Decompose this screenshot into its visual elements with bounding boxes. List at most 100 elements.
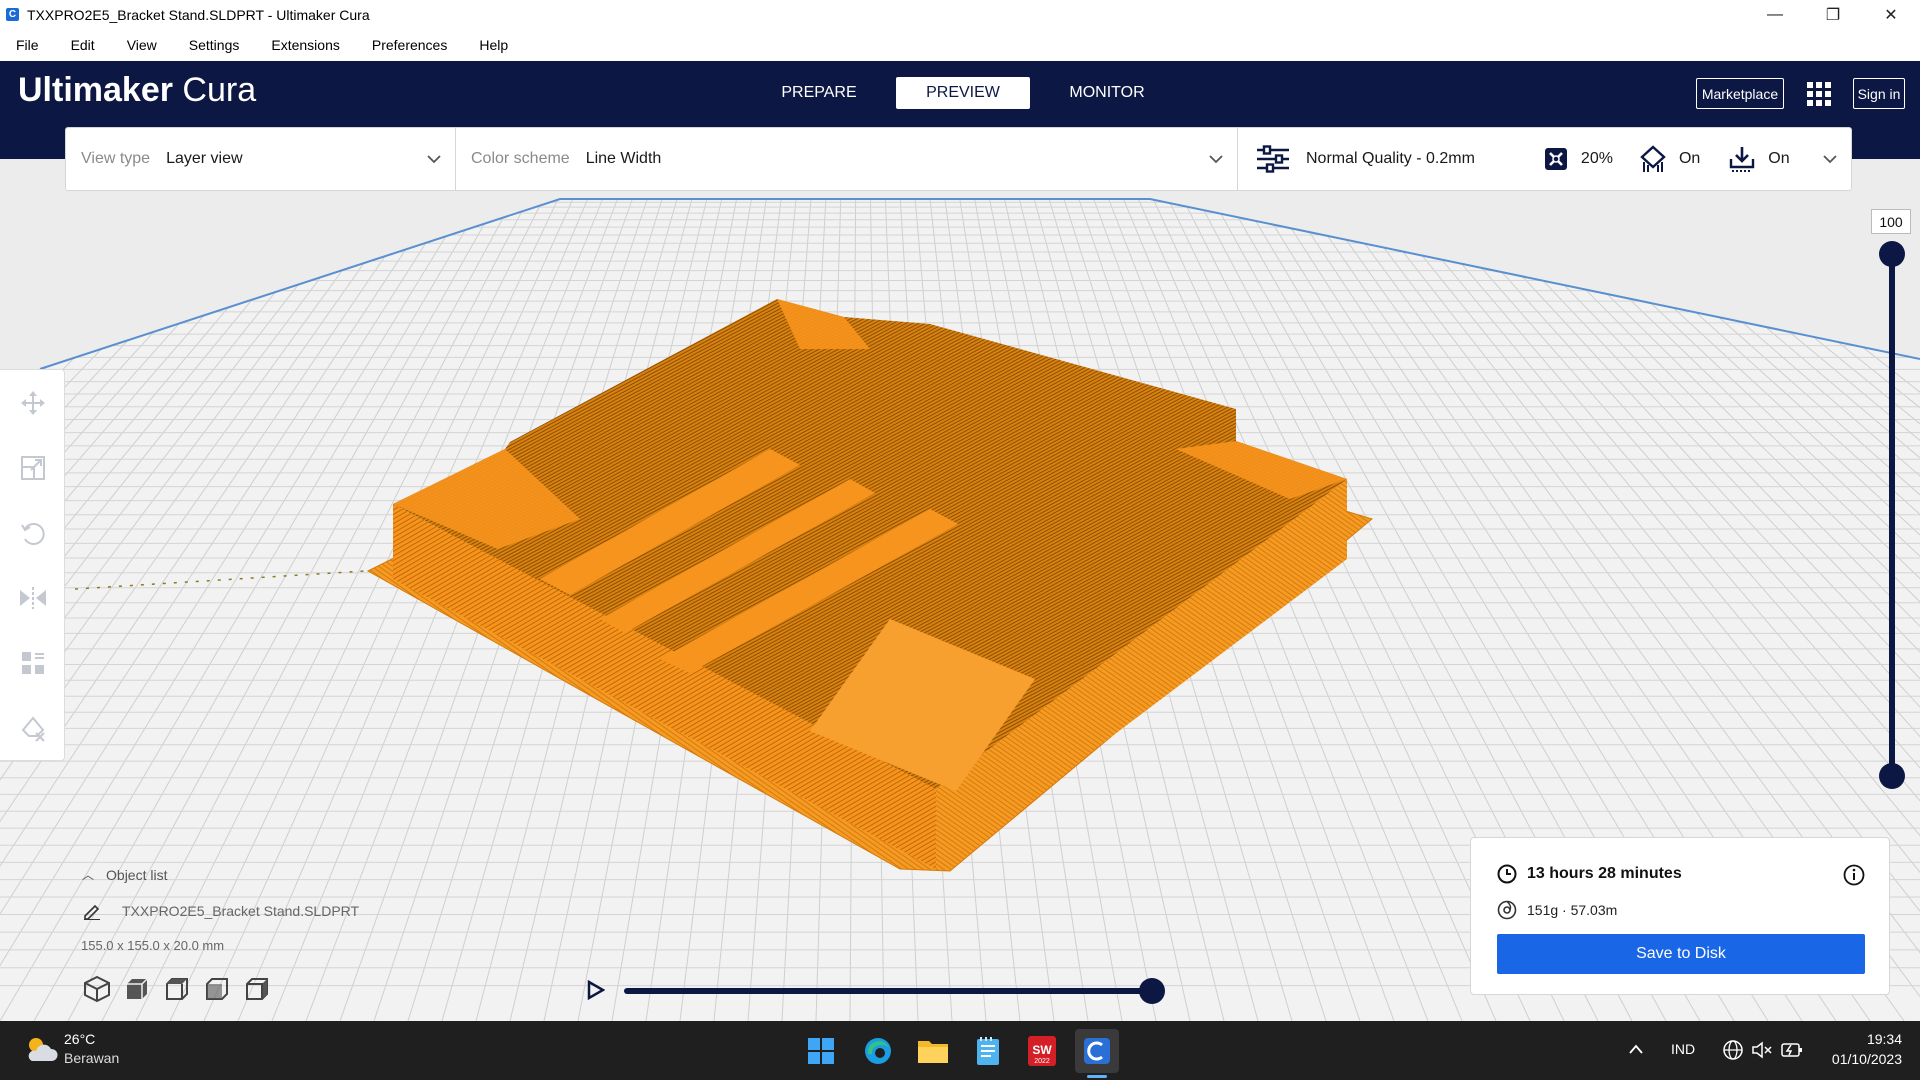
windows-logo-icon: [808, 1038, 834, 1064]
input-language[interactable]: IND: [1671, 1041, 1695, 1057]
support-value: On: [1678, 150, 1701, 167]
menu-file[interactable]: File: [16, 37, 39, 53]
per-model-settings-tool[interactable]: [0, 630, 65, 695]
menu-help[interactable]: Help: [479, 37, 508, 53]
rotate-icon: [20, 522, 45, 545]
title-bar: C TXXPRO2E5_Bracket Stand.SLDPRT - Ultim…: [0, 0, 1920, 29]
print-settings-selector[interactable]: Normal Quality - 0.2mm 20% On On: [1238, 128, 1851, 190]
windows-taskbar: 26°C Berawan SW 2022 IND 19:34 01/10/202…: [0, 1021, 1920, 1080]
sign-in-button[interactable]: Sign in: [1853, 78, 1905, 109]
menu-edit[interactable]: Edit: [71, 37, 95, 53]
path-slider-track[interactable]: [624, 988, 1150, 994]
chevron-down-icon: [427, 154, 441, 163]
chevron-up-icon: ︿: [82, 868, 95, 882]
solidworks-icon: SW 2022: [1028, 1036, 1056, 1066]
quality-profile: Normal Quality - 0.2mm: [1306, 150, 1475, 167]
move-icon: [20, 390, 45, 415]
apps-grid-icon[interactable]: [1806, 81, 1832, 107]
infill-value: 20%: [1580, 150, 1613, 167]
menu-settings[interactable]: Settings: [189, 37, 240, 53]
window-title: TXXPRO2E5_Bracket Stand.SLDPRT - Ultimak…: [27, 6, 370, 23]
layer-slider-track[interactable]: [1889, 253, 1895, 776]
color-scheme-dropdown[interactable]: Color scheme Line Width: [456, 128, 1238, 190]
tab-monitor[interactable]: MONITOR: [1040, 77, 1174, 109]
stage-tabs: PREPARE PREVIEW MONITOR: [752, 77, 1184, 109]
menu-preferences[interactable]: Preferences: [372, 37, 447, 53]
color-scheme-value: Line Width: [585, 150, 662, 167]
clock-date[interactable]: 01/10/2023: [1832, 1051, 1902, 1067]
folder-icon: [918, 1041, 948, 1063]
mirror-tool[interactable]: [0, 565, 65, 630]
view-left-icon[interactable]: [202, 974, 232, 1004]
maximize-button[interactable]: ❐: [1804, 0, 1862, 29]
support-blocker-tool[interactable]: [0, 695, 65, 760]
view-front-icon[interactable]: [122, 974, 152, 1004]
cura-taskbar-button[interactable]: [1075, 1029, 1119, 1073]
view-type-dropdown[interactable]: View type Layer view: [66, 128, 456, 190]
adhesion-value: On: [1768, 150, 1790, 167]
clock-time[interactable]: 19:34: [1867, 1031, 1902, 1047]
marketplace-button[interactable]: Marketplace: [1696, 78, 1784, 109]
infill-icon: [1544, 148, 1567, 170]
mirror-icon: [19, 586, 46, 609]
path-slider-handle[interactable]: [1139, 978, 1165, 1004]
solidworks-logo-text: SW: [1032, 1043, 1052, 1057]
play-icon[interactable]: [587, 980, 605, 1000]
weather-condition[interactable]: Berawan: [64, 1050, 119, 1066]
print-time-row: 13 hours 28 minutes: [1497, 864, 1682, 884]
minimize-button[interactable]: —: [1746, 0, 1804, 29]
layer-slider-top-handle[interactable]: [1879, 241, 1905, 267]
3d-viewport[interactable]: 100 ︿ Object list TXXPRO2E5_Bracket Stan…: [0, 159, 1920, 1021]
info-icon[interactable]: [1843, 864, 1865, 886]
notepad-button[interactable]: [966, 1029, 1010, 1073]
network-globe-icon[interactable]: [1722, 1039, 1744, 1061]
clock-icon: [1497, 864, 1517, 884]
chevron-down-icon: [1209, 154, 1223, 163]
rotate-tool[interactable]: [0, 500, 65, 565]
brand-name-light: Cura: [182, 71, 257, 109]
support-icon: [1640, 145, 1666, 172]
per-model-settings-icon: [21, 651, 44, 674]
menu-extensions[interactable]: Extensions: [271, 37, 339, 53]
close-button[interactable]: ✕: [1862, 0, 1920, 29]
speaker-muted-icon[interactable]: [1751, 1039, 1773, 1061]
tool-panel: [0, 369, 65, 761]
move-tool[interactable]: [0, 370, 65, 435]
view-top-icon[interactable]: [162, 974, 192, 1004]
view-right-icon[interactable]: [242, 974, 272, 1004]
object-list-title: Object list: [106, 866, 168, 883]
material-usage-row: 151g · 57.03m: [1497, 900, 1617, 920]
start-button[interactable]: [799, 1029, 843, 1073]
notepad-icon: [977, 1037, 999, 1065]
solidworks-button[interactable]: SW 2022: [1020, 1029, 1064, 1073]
menu-bar: File Edit View Settings Extensions Prefe…: [0, 29, 1920, 61]
battery-charging-icon[interactable]: [1780, 1039, 1804, 1061]
layer-number-input[interactable]: 100: [1871, 209, 1911, 234]
cura-app-icon: C: [6, 8, 19, 21]
solidworks-logo-year: 2022: [1034, 1058, 1050, 1065]
weather-temperature[interactable]: 26°C: [64, 1031, 95, 1047]
tray-chevron-up-icon[interactable]: [1628, 1043, 1644, 1055]
scale-tool[interactable]: [0, 435, 65, 500]
spool-icon: [1497, 900, 1517, 920]
menu-view[interactable]: View: [127, 37, 157, 53]
material-usage: 151g · 57.03m: [1527, 902, 1618, 918]
save-to-disk-button[interactable]: Save to Disk: [1497, 934, 1865, 974]
tab-preview[interactable]: PREVIEW: [896, 77, 1030, 109]
tab-prepare[interactable]: PREPARE: [752, 77, 886, 109]
layer-slider-bottom-handle[interactable]: [1879, 763, 1905, 789]
print-info-panel: 13 hours 28 minutes 151g · 57.03m Save t…: [1470, 837, 1890, 995]
print-time: 13 hours 28 minutes: [1527, 865, 1682, 882]
active-app-indicator: [1087, 1075, 1107, 1078]
object-list-header[interactable]: ︿ Object list: [82, 866, 167, 883]
view-3d-icon[interactable]: [82, 974, 112, 1004]
brand-name-bold: Ultimaker: [18, 71, 173, 109]
weather-cloudy-icon[interactable]: [22, 1033, 58, 1065]
adhesion-icon: [1730, 147, 1755, 172]
object-file-name: TXXPRO2E5_Bracket Stand.SLDPRT: [122, 903, 360, 919]
view-toolbar: View type Layer view Color scheme Line W…: [65, 127, 1852, 191]
object-list-item[interactable]: TXXPRO2E5_Bracket Stand.SLDPRT: [82, 902, 359, 920]
view-type-value: Layer view: [166, 150, 243, 167]
file-explorer-button[interactable]: [911, 1029, 955, 1073]
edge-browser-button[interactable]: [856, 1029, 900, 1073]
